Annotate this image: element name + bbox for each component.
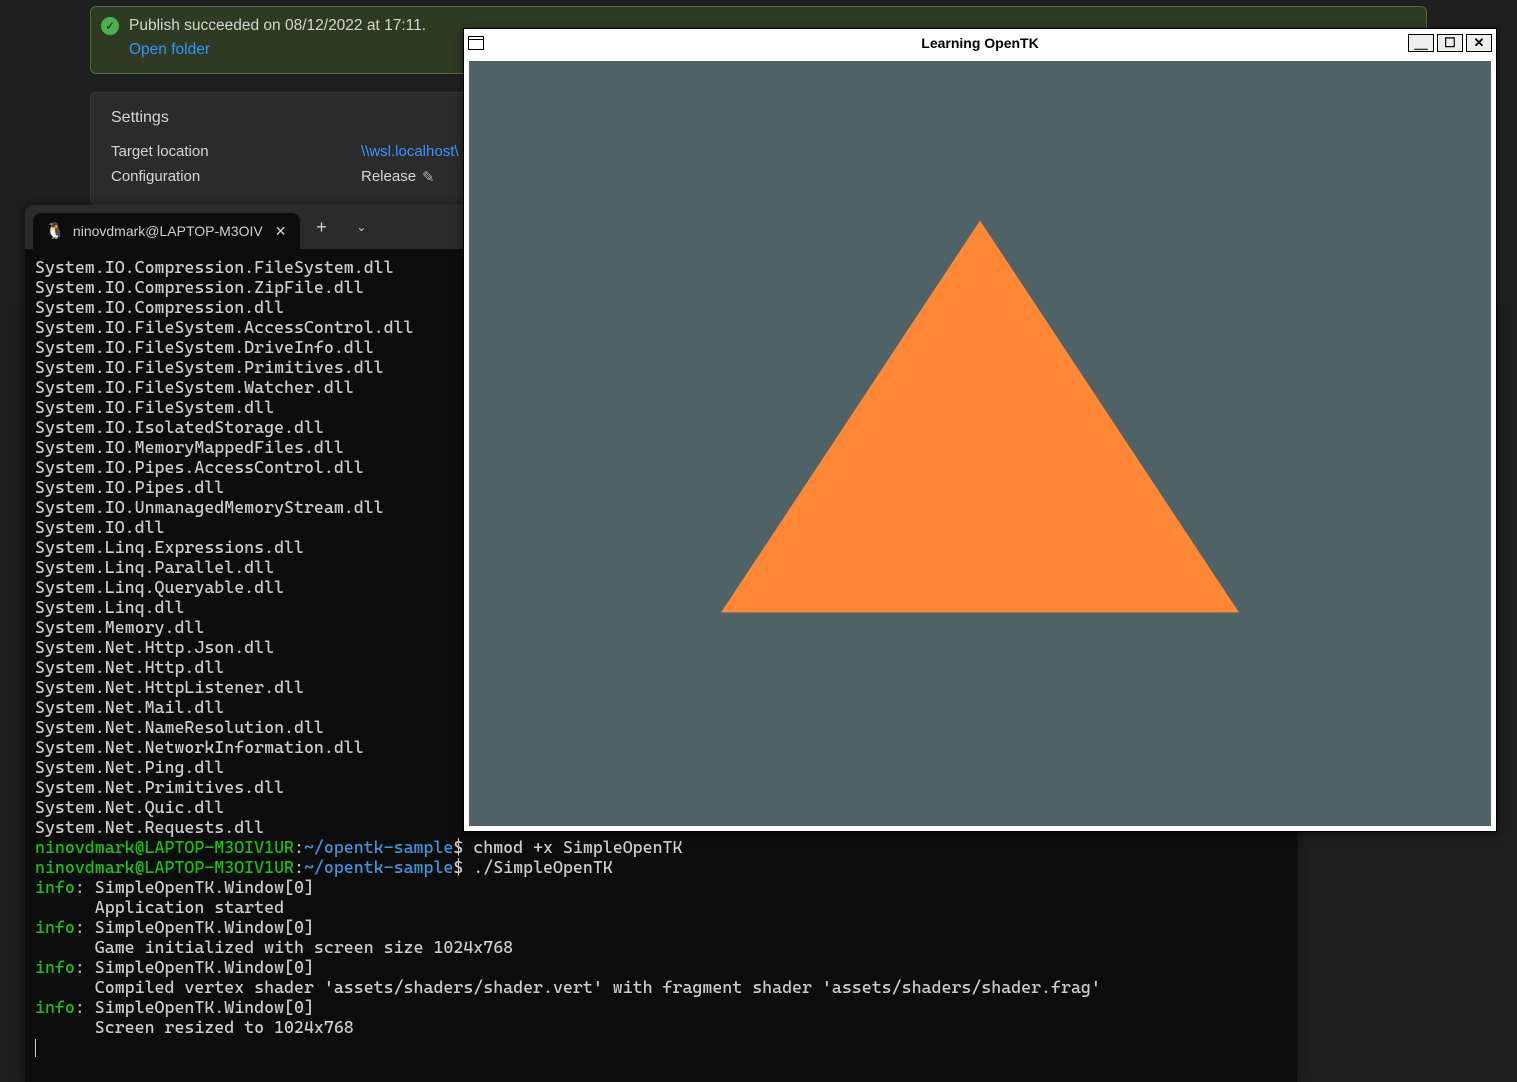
- triangle-shape: [721, 220, 1239, 612]
- opentk-canvas-wrap: [464, 56, 1496, 831]
- config-value: Release: [361, 168, 416, 186]
- minimize-button[interactable]: ＿: [1408, 34, 1434, 52]
- opentk-titlebar[interactable]: Learning OpenTK ＿ ☐ ✕: [464, 29, 1496, 56]
- target-label: Target location: [111, 143, 361, 160]
- config-label: Configuration: [111, 168, 361, 186]
- opentk-window: Learning OpenTK ＿ ☐ ✕: [463, 28, 1497, 832]
- target-value[interactable]: \\wsl.localhost\: [361, 143, 459, 160]
- new-tab-button[interactable]: +: [302, 209, 340, 245]
- opentk-canvas: [469, 61, 1491, 826]
- terminal-tab[interactable]: 🐧 ninovdmark@LAPTOP-M3OIV ✕: [33, 213, 300, 249]
- check-icon: ✓: [101, 17, 119, 35]
- open-folder-link[interactable]: Open folder: [129, 41, 210, 59]
- tab-dropdown-button[interactable]: ⌄: [342, 209, 380, 245]
- tux-icon: 🐧: [45, 221, 65, 241]
- terminal-tab-title: ninovdmark@LAPTOP-M3OIV: [73, 223, 263, 239]
- pencil-icon[interactable]: ✎: [422, 168, 435, 186]
- close-button[interactable]: ✕: [1466, 34, 1492, 52]
- close-icon[interactable]: ✕: [271, 223, 291, 240]
- opentk-title: Learning OpenTK: [464, 35, 1496, 51]
- publish-success-text: Publish succeeded on 08/12/2022 at 17:11…: [129, 17, 426, 34]
- window-controls: ＿ ☐ ✕: [1408, 34, 1492, 52]
- maximize-button[interactable]: ☐: [1437, 34, 1463, 52]
